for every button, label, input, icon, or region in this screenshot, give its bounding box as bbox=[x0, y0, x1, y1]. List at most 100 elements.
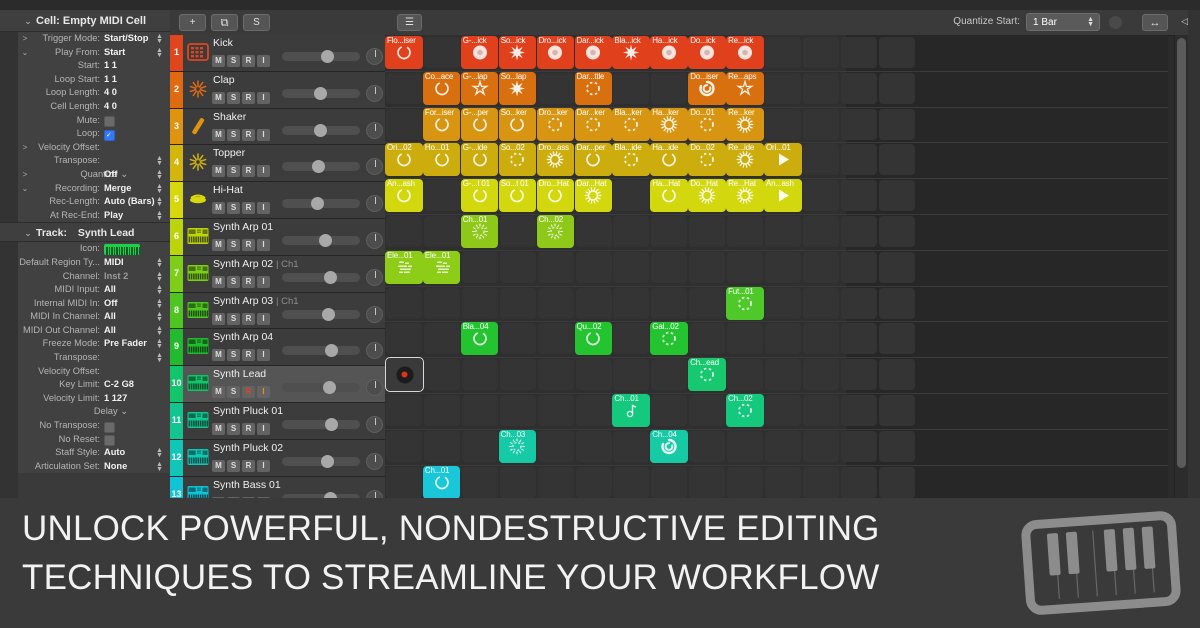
clip-cell[interactable]: Dar...ker bbox=[574, 107, 612, 141]
track-param-checkbox[interactable] bbox=[104, 435, 115, 447]
empty-cell-slot[interactable] bbox=[651, 359, 688, 391]
track-number[interactable]: 11 bbox=[170, 402, 183, 439]
cell-grid[interactable]: Flo...iser G-...ick So...ick Dro...ick Dar..… bbox=[385, 35, 1168, 498]
track-button-row[interactable]: MSRI bbox=[212, 271, 272, 289]
track-record-button[interactable]: R bbox=[242, 91, 255, 104]
stepper-icon[interactable]: ▲ ▼ bbox=[156, 284, 163, 296]
track-record-button[interactable]: R bbox=[242, 55, 255, 67]
track-header[interactable]: 4 Topper M S R I bbox=[170, 145, 385, 183]
clip-cell[interactable]: Dro...ick bbox=[536, 36, 575, 69]
clip-cell[interactable]: Dar...ttle bbox=[574, 71, 612, 105]
empty-cell-slot[interactable] bbox=[575, 430, 612, 462]
empty-cell-slot[interactable] bbox=[802, 37, 839, 68]
track-input-button[interactable]: I bbox=[257, 459, 270, 472]
track-number[interactable]: 9 bbox=[170, 329, 183, 366]
track-mute-button[interactable]: M bbox=[212, 422, 225, 435]
clip-cell[interactable]: Ori...01 bbox=[764, 143, 802, 177]
track-header[interactable]: 12 Synth Pluck 02 M S R I bbox=[170, 439, 385, 477]
clip-cell[interactable]: So...lap bbox=[498, 71, 537, 105]
empty-cell-slot[interactable] bbox=[727, 359, 764, 391]
track-number[interactable]: 5 bbox=[170, 182, 183, 218]
clip-cell[interactable]: Ele...01 bbox=[385, 250, 423, 284]
vertical-scrollbar[interactable] bbox=[1174, 35, 1188, 498]
track-pan-knob[interactable] bbox=[366, 84, 383, 102]
synth-keyboard-icon[interactable] bbox=[187, 336, 209, 356]
empty-cell-slot[interactable] bbox=[461, 395, 498, 426]
track-volume-fader[interactable] bbox=[282, 160, 360, 174]
clip-cell[interactable]: Ch...01 bbox=[460, 215, 499, 248]
empty-cell-slot[interactable] bbox=[727, 251, 764, 283]
track-param-row[interactable]: Default Region Ty... MIDI ▲ ▼ bbox=[0, 256, 170, 270]
empty-cell-slot[interactable] bbox=[878, 466, 915, 498]
track-pan-knob[interactable] bbox=[366, 379, 383, 397]
clip-cell[interactable]: So...t 01 bbox=[498, 179, 537, 213]
clip-cell[interactable]: Re...aps bbox=[726, 71, 764, 105]
stepper-icon[interactable]: ▲ ▼ bbox=[156, 311, 163, 323]
clip-cell[interactable]: Do...iser bbox=[688, 71, 726, 105]
drum-machine-icon[interactable] bbox=[187, 42, 209, 62]
empty-cell-slot[interactable] bbox=[423, 323, 460, 355]
clip-cell[interactable]: Bla...ick bbox=[612, 36, 650, 69]
track-record-button[interactable]: R bbox=[242, 275, 255, 288]
stepper-icon[interactable]: ▲ ▼ bbox=[156, 271, 163, 283]
clip-cell[interactable]: Ch...03 bbox=[498, 429, 537, 463]
track-button-row[interactable]: MSRI bbox=[212, 87, 272, 105]
synth-keyboard-icon[interactable] bbox=[104, 243, 140, 255]
track-mute-button[interactable]: M bbox=[212, 459, 225, 472]
cell-param-row[interactable]: > Quantize ⌄ Off ▲ ▼ bbox=[0, 168, 170, 182]
empty-cell-slot[interactable] bbox=[651, 287, 688, 319]
clip-cell[interactable]: Ele...01 bbox=[422, 250, 461, 284]
synth-keyboard-icon[interactable] bbox=[187, 373, 209, 393]
clip-cell[interactable]: Gal...02 bbox=[650, 322, 688, 356]
synth-keyboard-icon[interactable] bbox=[187, 410, 209, 430]
track-solo-button[interactable]: S bbox=[227, 238, 240, 251]
empty-cell-slot[interactable] bbox=[765, 359, 801, 391]
empty-cell-slot[interactable] bbox=[840, 323, 877, 355]
clip-cell[interactable]: Ha...Hat bbox=[650, 179, 688, 213]
cell-header-disclosure-icon[interactable]: ⌄ bbox=[22, 10, 34, 32]
track-input-button[interactable]: I bbox=[257, 422, 270, 435]
track-name[interactable]: Clap bbox=[213, 74, 235, 86]
track-header[interactable]: 5 Hi-Hat M S R I bbox=[170, 182, 385, 219]
empty-cell-slot[interactable] bbox=[651, 216, 688, 247]
empty-cell-slot[interactable] bbox=[423, 216, 460, 247]
clip-cell[interactable]: Do...ick bbox=[688, 36, 726, 69]
empty-cell-slot[interactable] bbox=[423, 37, 460, 68]
track-solo-button[interactable]: S bbox=[227, 386, 240, 399]
track-param-row[interactable]: Internal MIDI In: Off ▲ ▼ bbox=[0, 297, 170, 311]
view-options-button[interactable]: ☰ bbox=[397, 14, 422, 31]
empty-cell-slot[interactable] bbox=[802, 430, 839, 462]
empty-cell-slot[interactable] bbox=[840, 430, 877, 462]
stepper-icon[interactable]: ▲ ▼ bbox=[156, 447, 163, 459]
cell-param-row[interactable]: Loop Length: 4 0 bbox=[0, 86, 170, 100]
track-param-row[interactable]: Key Limit: C-2 G8 bbox=[0, 378, 170, 392]
empty-cell-slot[interactable] bbox=[802, 359, 839, 391]
track-number[interactable]: 6 bbox=[170, 218, 183, 255]
stepper-icon[interactable]: ▲ ▼ bbox=[156, 257, 163, 269]
clip-cell[interactable]: Dar...Hat bbox=[574, 179, 612, 213]
track-record-button[interactable]: R bbox=[242, 202, 255, 215]
track-button-row[interactable]: MSRI bbox=[212, 308, 272, 326]
empty-cell-slot[interactable] bbox=[878, 144, 915, 176]
track-mute-button[interactable]: M bbox=[212, 386, 225, 399]
track-pan-knob[interactable] bbox=[366, 48, 383, 65]
cell-param-row[interactable]: Loop Start: 1 1 bbox=[0, 73, 170, 87]
empty-cell-slot[interactable] bbox=[651, 251, 688, 283]
track-button-row[interactable]: MSRI bbox=[212, 160, 272, 178]
empty-cell-slot[interactable] bbox=[537, 359, 574, 391]
cell-param-row[interactable]: Cell Length: 4 0 bbox=[0, 100, 170, 114]
empty-cell-slot[interactable] bbox=[802, 216, 839, 247]
stepper-icon[interactable]: ▲ ▼ bbox=[156, 47, 163, 59]
empty-cell-slot[interactable] bbox=[386, 466, 422, 498]
clip-cell[interactable]: Ch...02 bbox=[726, 394, 764, 427]
clip-cell[interactable]: So...ick bbox=[498, 36, 537, 69]
empty-cell-slot[interactable] bbox=[386, 72, 422, 104]
empty-cell-slot[interactable] bbox=[840, 359, 877, 391]
empty-cell-slot[interactable] bbox=[689, 287, 726, 319]
track-button-row[interactable]: MSRI bbox=[212, 455, 272, 473]
track-input-button[interactable]: I bbox=[257, 386, 270, 399]
track-volume-fader[interactable] bbox=[282, 197, 360, 211]
duplicate-cell-button[interactable]: ⧉ bbox=[211, 14, 238, 31]
empty-cell-slot[interactable] bbox=[613, 251, 650, 283]
clip-cell[interactable]: G-...lap bbox=[460, 71, 499, 105]
